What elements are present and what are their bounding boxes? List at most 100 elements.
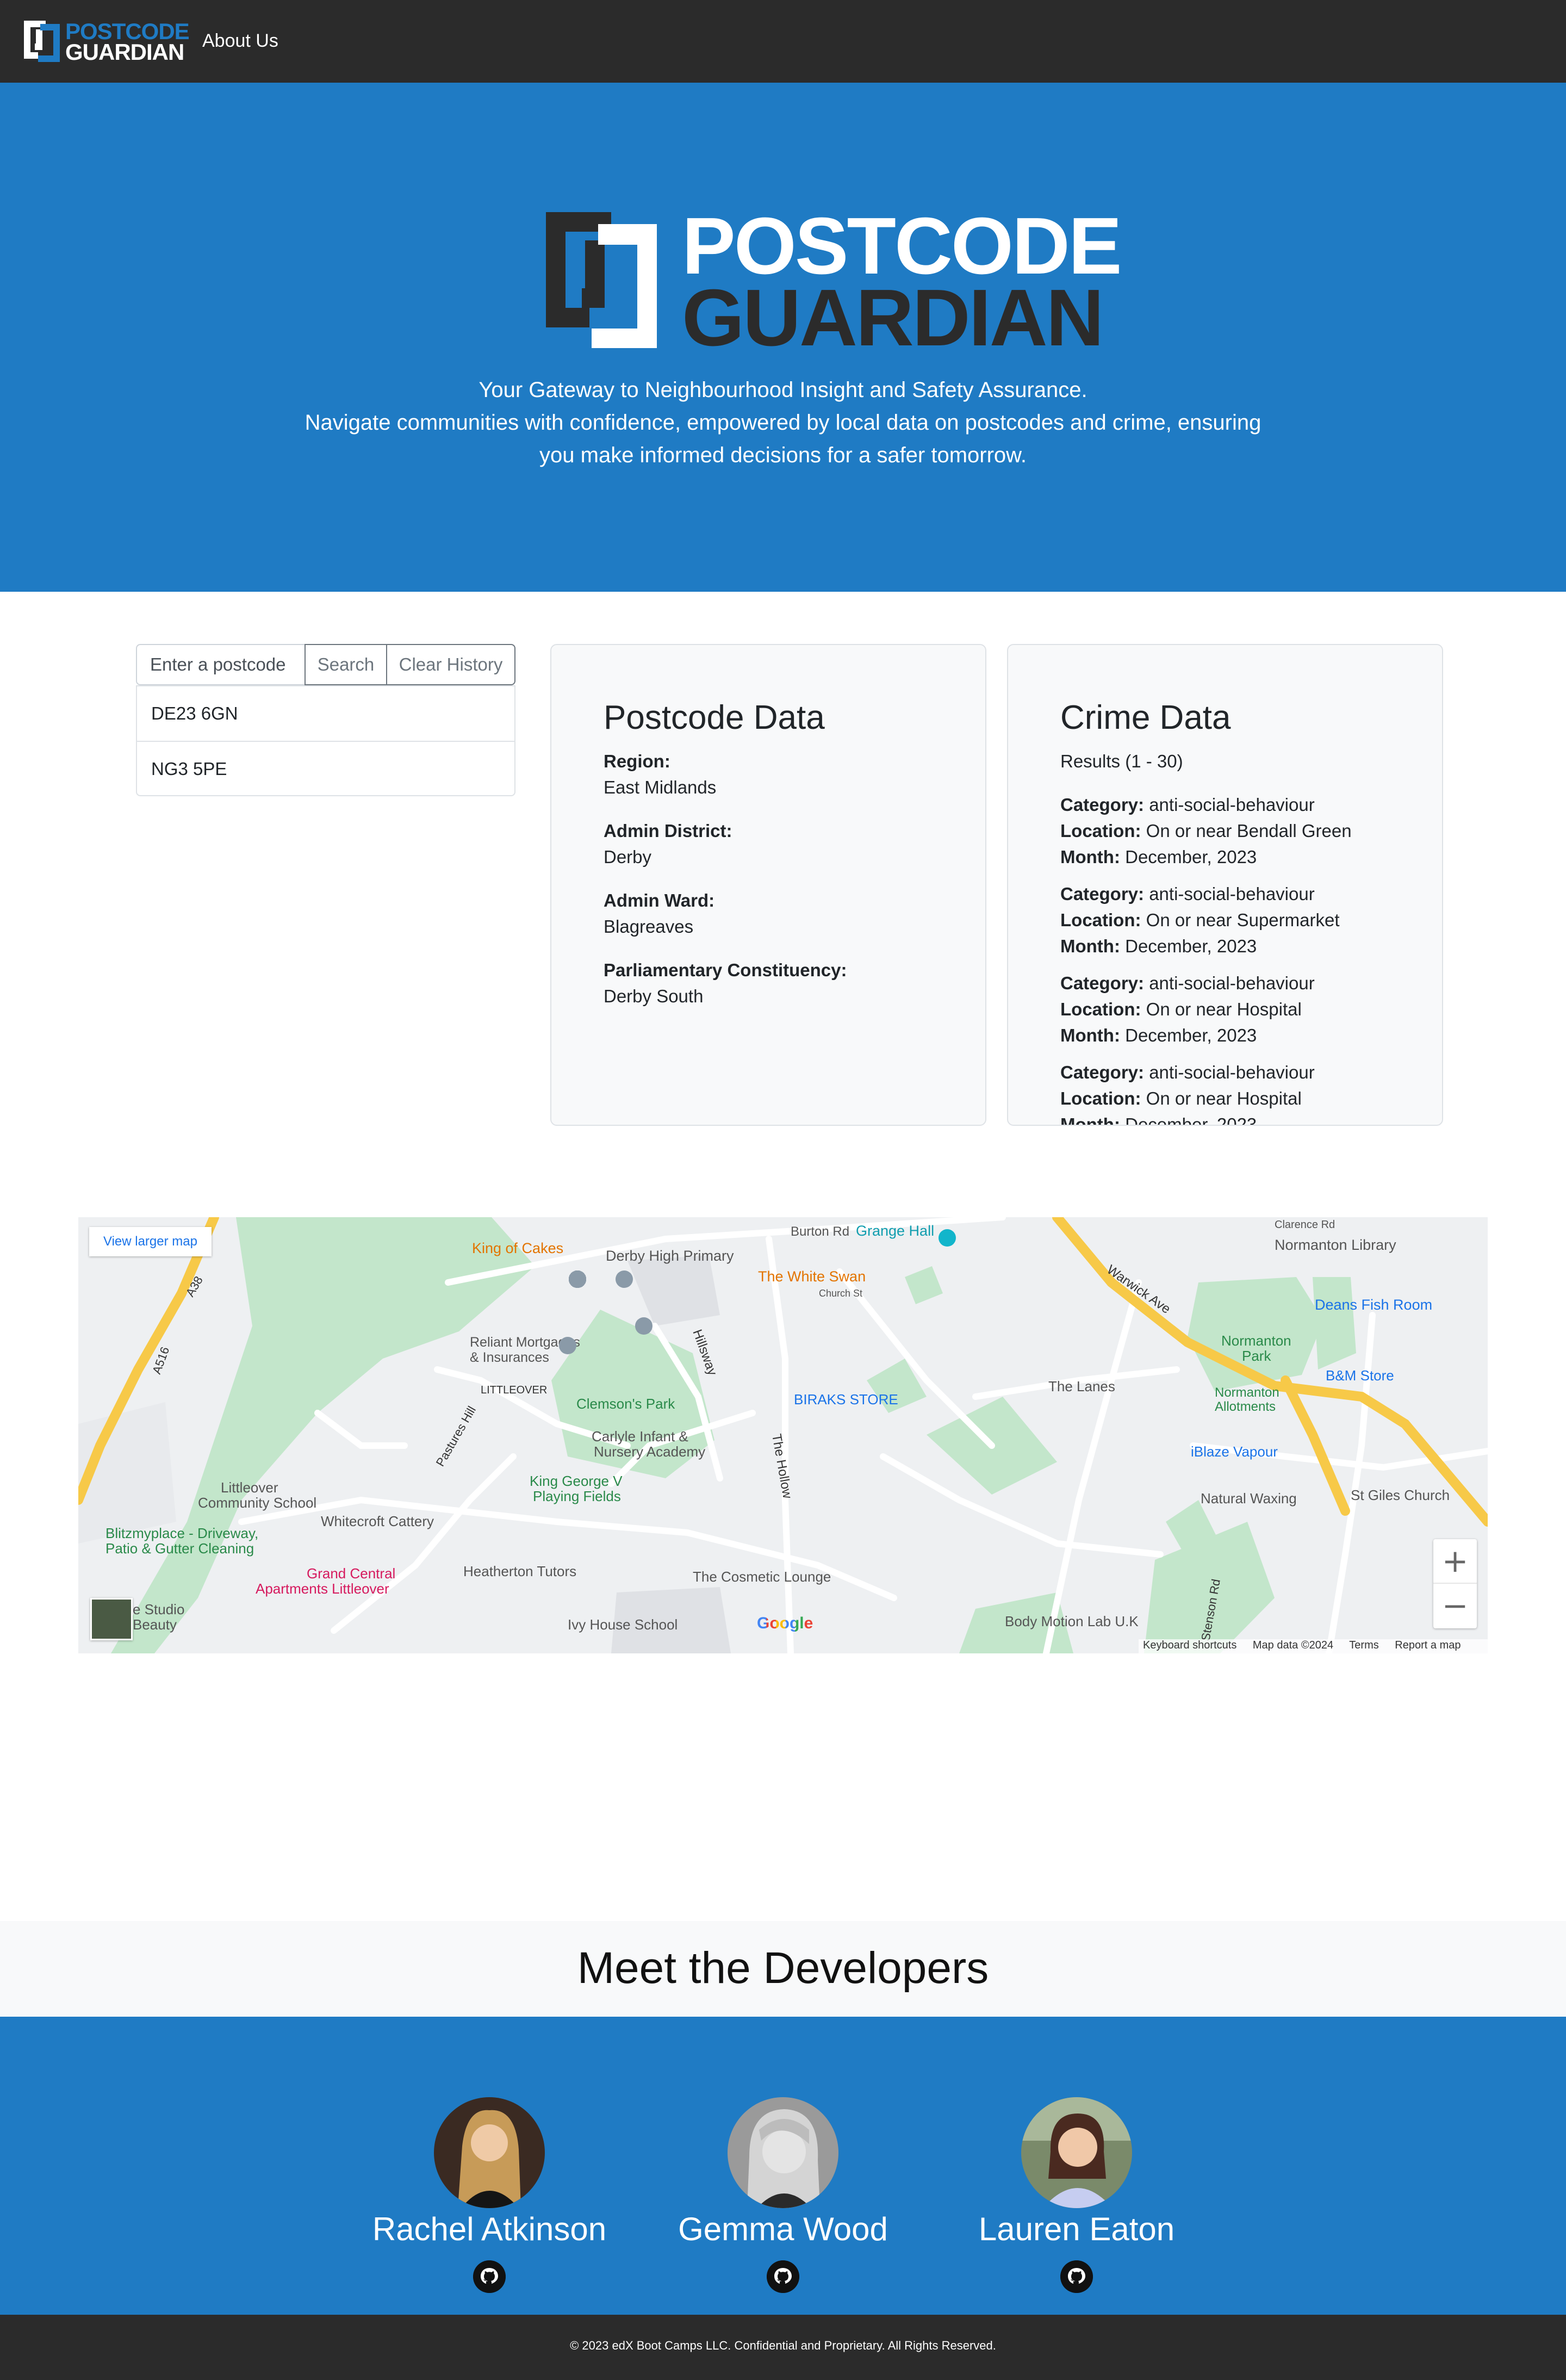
map-label: Pastures Hill [433,1404,478,1468]
map-label: The Lanes [1048,1378,1115,1394]
search-history-list: DE23 6GN NG3 5PE [136,685,515,796]
map-label: Carlyle Infant & [592,1428,688,1445]
field-value: East Midlands [604,777,717,797]
map-zoom-controls: + − [1433,1539,1477,1628]
crime-category: anti-social-behaviour [1149,973,1315,993]
map-label: Littleover [221,1479,278,1496]
google-logo-text: Google [757,1614,813,1632]
copyright-text: © 2023 edX Boot Camps LLC. Confidential … [570,2339,996,2352]
hero-text: Your Gateway to Neighbourhood Insight an… [294,374,1272,472]
crime-entry: Category: anti-social-behaviour Location… [1060,1059,1408,1126]
field-value: Derby [604,847,652,867]
map-label: Community School [198,1495,316,1511]
map-label: Derby High Primary [606,1248,734,1264]
avatar [1021,2097,1132,2208]
developers-heading-band: Meet the Developers [0,1921,1566,2017]
developer-card: Rachel Atkinson [370,2097,609,2298]
nav-about-us-link[interactable]: About Us [202,30,278,52]
map-label: Ivy House School [568,1616,678,1633]
map-label: Church St [819,1288,862,1299]
map-label: Normanton [1221,1332,1291,1349]
map-label: Clemson's Park [576,1396,675,1412]
crime-label-location: Location: [1060,999,1141,1019]
terms-link[interactable]: Terms [1349,1639,1378,1651]
zoom-out-button[interactable]: − [1433,1584,1477,1628]
postcode-field-constituency: Parliamentary Constituency: Derby South [604,957,952,1009]
map-pin-icon [569,1270,586,1288]
map-label: Blitzmyplace - Driveway, [105,1525,258,1541]
hero-tagline: Your Gateway to Neighbourhood Insight an… [478,378,1088,402]
crime-month: December, 2023 [1125,847,1257,867]
map-label: & Insurances [470,1350,549,1365]
crime-data-card[interactable]: Crime Data Results (1 - 30) Category: an… [1007,644,1443,1126]
developers-section: Rachel Atkinson Gemma Wood Lauren Eaton [0,2017,1566,2315]
map-canvas: Burton Rd Grange Hall Clarence Rd Norman… [78,1217,1488,1653]
map-label: Whitecroft Cattery [321,1513,434,1529]
map-attribution: Keyboard shortcuts Map data ©2024 Terms … [1139,1639,1488,1653]
hero-description: Navigate communities with confidence, em… [304,411,1262,467]
map-pin-icon [559,1337,576,1354]
map-label: Nursery Academy [594,1443,705,1460]
crime-label-category: Category: [1060,884,1145,904]
map-pin-icon [939,1229,956,1247]
map-label: The Cosmetic Lounge [693,1569,831,1585]
view-larger-map-link[interactable]: View larger map [89,1227,212,1256]
satellite-toggle-button[interactable] [90,1598,133,1640]
map-label: Natural Waxing [1201,1490,1297,1507]
hero-logo-mark-icon [546,212,657,348]
postcode-field-admin-district: Admin District: Derby [604,818,952,870]
map-label: LITTLEOVER [481,1384,547,1396]
crime-card-title: Crime Data [1060,699,1231,736]
field-label: Region: [604,751,670,771]
postcode-field-admin-ward: Admin Ward: Blagreaves [604,888,952,940]
crime-location: On or near Hospital [1146,999,1302,1019]
crime-category: anti-social-behaviour [1149,884,1315,904]
map-label: Deans Fish Room [1315,1297,1432,1313]
search-group: Search Clear History [136,644,515,685]
page-footer: © 2023 edX Boot Camps LLC. Confidential … [0,2315,1566,2380]
crime-label-location: Location: [1060,821,1141,841]
clear-history-button[interactable]: Clear History [386,644,515,685]
crime-category: anti-social-behaviour [1149,795,1315,815]
avatar [434,2097,545,2208]
github-icon[interactable] [767,2260,799,2293]
field-value: Derby South [604,986,704,1006]
developer-card: Gemma Wood [663,2097,903,2298]
map-label: Apartments Littleover [256,1581,389,1597]
crime-card-body: Results (1 - 30) Category: anti-social-b… [1060,748,1408,1126]
map-label: BIRAKS STORE [794,1391,898,1408]
crime-label-month: Month: [1060,936,1120,956]
map-pin-icon [635,1317,652,1335]
crime-month: December, 2023 [1125,936,1257,956]
map-label: The Hollow [769,1433,795,1500]
google-logo: Google [757,1614,813,1633]
postcode-card-title: Postcode Data [604,699,825,736]
crime-location: On or near Supermarket [1146,910,1340,930]
crime-month: December, 2023 [1125,1114,1257,1126]
hero-logo: POSTCODE GUARDIAN [546,201,1122,363]
field-label: Admin District: [604,821,732,841]
map-label: Allotments [1215,1399,1276,1414]
crime-results-count: Results (1 - 30) [1060,751,1183,771]
search-button[interactable]: Search [304,644,387,685]
github-icon[interactable] [473,2260,506,2293]
crime-label-category: Category: [1060,1062,1145,1082]
map-pin-icon [616,1270,633,1288]
map-label: Heatherton Tutors [463,1563,576,1579]
github-icon[interactable] [1060,2260,1093,2293]
logo-text-guardian: GUARDIAN [65,39,184,65]
postcode-search-input[interactable] [136,644,304,685]
zoom-in-button[interactable]: + [1433,1539,1477,1584]
navbar-logo[interactable]: POSTCODE GUARDIAN [24,18,190,65]
map-label: King George V [530,1473,623,1489]
keyboard-shortcuts-link[interactable]: Keyboard shortcuts [1143,1639,1236,1651]
crime-entry: Category: anti-social-behaviour Location… [1060,970,1408,1049]
crime-entry: Category: anti-social-behaviour Location… [1060,881,1408,959]
crime-month: December, 2023 [1125,1025,1257,1045]
field-label: Admin Ward: [604,890,715,910]
embedded-map[interactable]: Burton Rd Grange Hall Clarence Rd Norman… [78,1217,1488,1653]
map-label: Clarence Rd [1275,1219,1335,1231]
history-item[interactable]: NG3 5PE [137,741,514,795]
history-item[interactable]: DE23 6GN [137,686,514,741]
map-label: Grange Hall [856,1223,934,1239]
